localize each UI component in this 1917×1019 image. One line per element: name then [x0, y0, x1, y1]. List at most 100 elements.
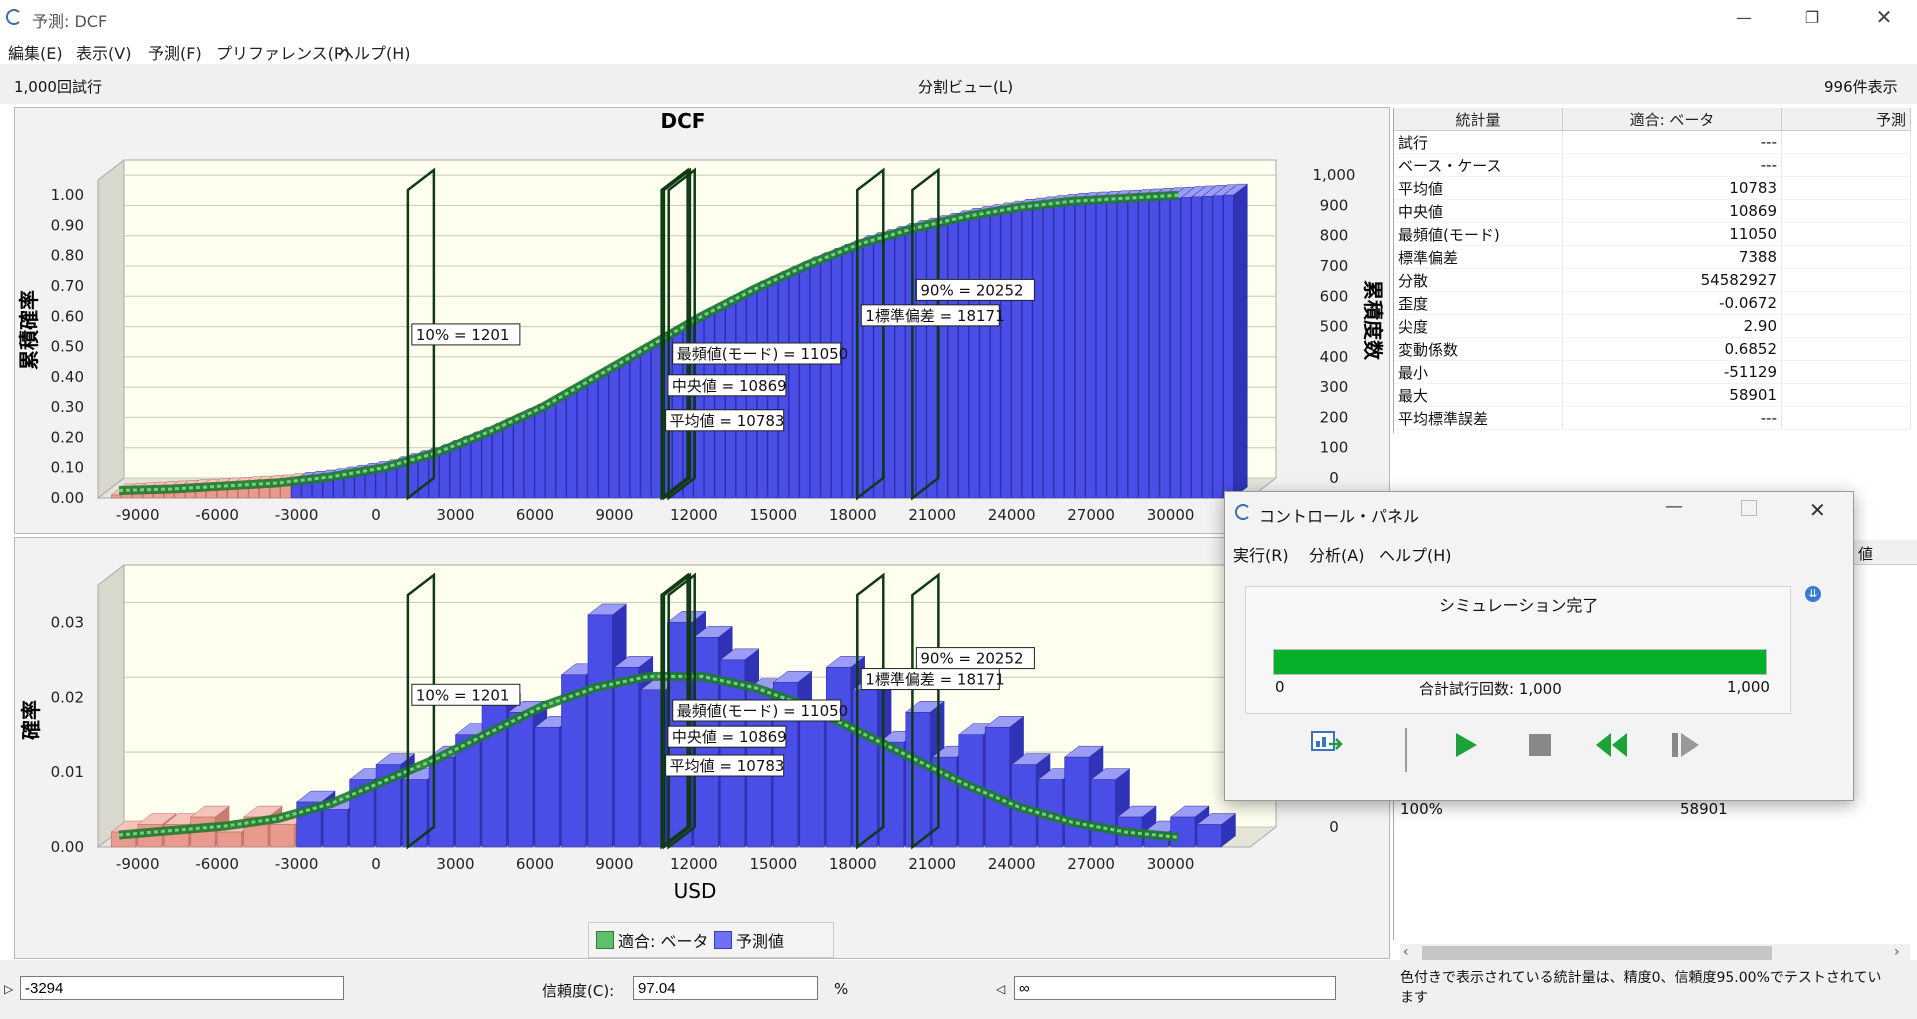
probability-axis-label: 確率: [19, 700, 43, 740]
forecast-bar: [608, 367, 620, 499]
cp-menu-help[interactable]: ヘルプ(H): [1379, 542, 1452, 566]
cp-menu-analyze[interactable]: 分析(A): [1309, 542, 1364, 566]
charts-svg: DCF 累積確率 累積度数 確率 USD 0.00 0.10 0.20 0.30 0.4…: [17, 109, 1385, 903]
cp-minimize-button[interactable]: —: [1665, 496, 1683, 517]
forecast-bar: [492, 429, 503, 499]
scroll-left-icon[interactable]: ‹: [1403, 944, 1409, 960]
left-grabber-icon[interactable]: ▷: [4, 982, 13, 996]
stats-row[interactable]: 歪度 -0.0672: [1394, 291, 1911, 315]
forecast-bar: [481, 434, 492, 499]
right-value-input[interactable]: [1014, 976, 1336, 1000]
stats-fit-value: -51129: [1562, 360, 1782, 384]
forecast-bar: [826, 667, 851, 848]
x-tick-label: -3000: [275, 855, 319, 873]
forecast-bar: [269, 824, 295, 848]
y-tick-label: 0.10: [51, 459, 84, 477]
forecast-bar: [630, 355, 641, 499]
percentile-value-header[interactable]: 値: [1858, 543, 1873, 564]
forecast-bar: [788, 272, 800, 499]
forecast-bar: [587, 614, 613, 848]
forecast-bar: [735, 297, 747, 499]
forecast-bar: [894, 234, 906, 499]
forecast-bar: [1021, 208, 1033, 499]
stats-fit-value: 0.6852: [1562, 337, 1782, 361]
cumulative-probability-axis-label: 累積確率: [17, 290, 41, 370]
stats-row[interactable]: 平均値 10783: [1394, 176, 1911, 200]
cp-menu-run[interactable]: 実行(R): [1233, 542, 1289, 566]
x-tick-label: 9000: [595, 506, 633, 524]
expand-chevron-icon[interactable]: ⇊: [1805, 586, 1821, 602]
y-tick-label: 0.70: [51, 277, 84, 295]
x-tick-label: 18000: [829, 506, 877, 524]
marker-label: 10% = 1201: [416, 326, 510, 344]
x-tick-label: 27000: [1067, 855, 1115, 873]
forecast-bar: [1223, 194, 1234, 499]
forecast-bar: [555, 397, 567, 499]
stats-fit-value: 2.90: [1562, 314, 1782, 338]
cumulative-chart: 0.00 0.10 0.20 0.30 0.40 0.50 0.60 0.70 0.80 0.90…: [51, 158, 1356, 524]
forecast-bar: [651, 343, 662, 499]
stats-row[interactable]: ベース・ケース ---: [1394, 153, 1911, 177]
cp-maximize-button[interactable]: [1741, 500, 1757, 516]
x-tick-label: 30000: [1147, 855, 1195, 873]
reset-icon[interactable]: [1593, 730, 1631, 760]
stop-icon[interactable]: [1527, 732, 1553, 758]
forecast-bar: [1053, 205, 1065, 499]
stats-row[interactable]: 最大 58901: [1394, 383, 1911, 407]
stats-label: 歪度: [1394, 291, 1563, 315]
y2-tick-label: 900: [1320, 196, 1349, 214]
scroll-right-icon[interactable]: ›: [1894, 944, 1900, 960]
stats-header-fit[interactable]: 適合: ベータ: [1562, 108, 1782, 131]
cp-close-button[interactable]: ✕: [1809, 498, 1826, 522]
forecast-bar: [810, 263, 821, 499]
marker-label: 中央値 = 10869: [672, 728, 787, 746]
restore-button[interactable]: ❐: [1784, 0, 1840, 34]
stats-row[interactable]: 最小 -51129: [1394, 360, 1911, 384]
stats-header-forecast[interactable]: 予測: [1781, 108, 1911, 131]
run-icon[interactable]: [1451, 730, 1481, 760]
stats-header-statistic[interactable]: 統計量: [1394, 108, 1563, 131]
x-tick-label: -3000: [275, 506, 319, 524]
y-tick-label: 0.20: [51, 428, 84, 446]
marker-label: 最頻値(モード) = 11050: [677, 345, 849, 363]
forecast-bar: [524, 414, 535, 499]
chart-export-icon[interactable]: [1309, 728, 1345, 758]
forecast-bar: [386, 467, 397, 499]
marker-label: 10% = 1201: [416, 686, 510, 704]
forecast-bar: [1106, 201, 1117, 499]
certainty-input[interactable]: [633, 976, 818, 1000]
forecast-bar: [1090, 779, 1116, 848]
stats-row[interactable]: 分散 54582927: [1394, 268, 1911, 292]
forecast-bar: [1196, 824, 1222, 848]
step-icon[interactable]: [1669, 730, 1703, 760]
minimize-button[interactable]: —: [1716, 0, 1772, 34]
stats-row[interactable]: 尖度 2.90: [1394, 314, 1911, 338]
stats-row[interactable]: 変動係数 0.6852: [1394, 337, 1911, 361]
left-value-input[interactable]: [20, 976, 344, 1000]
forecast-bar: [1170, 197, 1181, 499]
x-tick-label: -9000: [116, 506, 160, 524]
forecast-bar: [926, 226, 937, 499]
stats-row[interactable]: 試行 ---: [1394, 130, 1911, 154]
stats-row[interactable]: 平均標準誤差 ---: [1394, 406, 1911, 430]
stats-row[interactable]: 標準偏差 7388: [1394, 245, 1911, 269]
simulation-status: シミュレーション完了: [1439, 596, 1599, 615]
y-tick-label: 0.01: [51, 763, 84, 781]
stats-row[interactable]: 中央値 10869: [1394, 199, 1911, 223]
y2-tick-label: 1,000: [1313, 166, 1356, 184]
forecast-bar: [1117, 200, 1128, 499]
right-grabber-icon[interactable]: ◁: [996, 982, 1005, 996]
stats-forecast-value: [1781, 337, 1911, 361]
stats-label: 最頻値(モード): [1394, 222, 1563, 246]
percentile-last-label: 100%: [1400, 800, 1443, 818]
forecast-bar: [1191, 196, 1202, 499]
close-button[interactable]: ✕: [1856, 0, 1912, 34]
marker-label: 1標準偏差 = 18171: [865, 671, 1004, 689]
forecast-bar: [841, 250, 853, 499]
stats-fit-value: 10783: [1562, 176, 1782, 200]
forecast-bar: [1043, 206, 1054, 499]
forecast-bar: [397, 464, 408, 499]
forecast-bar: [1032, 207, 1043, 499]
forecast-bar: [614, 667, 640, 848]
stats-row[interactable]: 最頻値(モード) 11050: [1394, 222, 1911, 246]
